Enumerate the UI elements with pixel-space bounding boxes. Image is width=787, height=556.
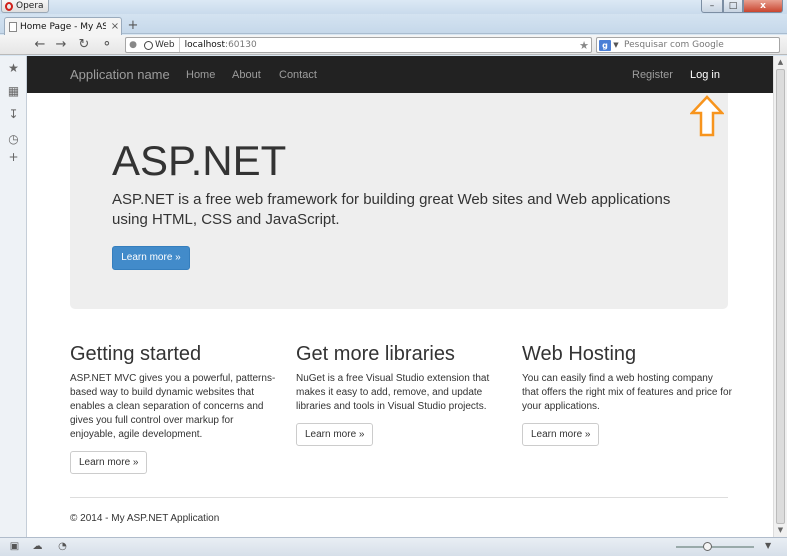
scrollbar-thumb[interactable] <box>776 69 785 524</box>
site-navbar: Application name Home About Contact Regi… <box>27 56 773 93</box>
nav-home[interactable]: Home <box>186 69 215 81</box>
speed-dial-icon[interactable]: ◔ <box>56 541 69 553</box>
column-get-more-libraries: Get more libraries NuGet is a free Visua… <box>296 343 506 446</box>
chevron-down-icon[interactable]: ▼ <box>611 41 621 49</box>
tab-bar: Home Page - My ASP.... × + <box>0 14 787 35</box>
close-window-button[interactable]: x <box>743 0 783 13</box>
forward-icon[interactable]: → <box>53 37 69 53</box>
url-port: :60130 <box>225 40 257 50</box>
new-tab-button[interactable]: + <box>126 19 140 33</box>
location-pin-icon: ● <box>129 40 137 50</box>
learn-more-button[interactable]: Learn more » <box>522 423 600 446</box>
footer-divider <box>70 497 728 498</box>
zoom-slider[interactable] <box>676 546 754 548</box>
learn-more-button[interactable]: Learn more » <box>70 451 148 474</box>
page-icon <box>9 21 17 32</box>
tab-title: Home Page - My ASP.... <box>20 21 106 32</box>
nav-contact[interactable]: Contact <box>279 69 317 81</box>
opera-logo-icon <box>5 1 13 11</box>
opera-menu-label: Opera <box>16 1 44 11</box>
page-viewport: Application name Home About Contact Regi… <box>27 56 773 537</box>
notes-icon[interactable]: ▦ <box>6 84 21 99</box>
panel-toggle-icon[interactable]: ▣ <box>8 541 21 553</box>
url-text[interactable]: localhost:60130 <box>180 40 577 50</box>
maximize-button[interactable]: □ <box>723 0 743 13</box>
zoom-slider-knob[interactable] <box>703 542 712 551</box>
column-heading: Get more libraries <box>296 343 455 365</box>
cloud-icon[interactable]: ☁ <box>31 541 44 553</box>
column-text: NuGet is a free Visual Studio extension … <box>296 373 490 412</box>
add-panel-icon[interactable]: + <box>6 150 21 165</box>
scroll-up-icon[interactable]: ▲ <box>774 56 787 68</box>
search-placeholder: Pesquisar com Google <box>624 40 724 50</box>
status-bar: ▣ ☁ ◔ ▼ <box>0 537 787 556</box>
bookmark-star-icon[interactable]: ★ <box>577 39 591 52</box>
brand-link[interactable]: Application name <box>70 67 170 82</box>
site-info-badge[interactable]: Web <box>140 38 180 52</box>
nav-about[interactable]: About <box>232 69 261 81</box>
footer-text: © 2014 - My ASP.NET Application <box>70 513 220 524</box>
scroll-down-icon[interactable]: ▼ <box>774 524 787 536</box>
search-field[interactable]: g ▼ Pesquisar com Google <box>596 37 780 53</box>
nav-register[interactable]: Register <box>632 69 673 81</box>
browser-sidebar: ★ ▦ ↧ ◷ + <box>0 56 27 537</box>
column-heading: Getting started <box>70 343 202 365</box>
history-icon[interactable]: ◷ <box>6 132 21 147</box>
minimize-button[interactable]: – <box>701 0 723 13</box>
jumbotron: ASP.NET ASP.NET is a free web framework … <box>70 93 728 309</box>
zoom-menu-icon[interactable]: ▼ <box>765 541 771 550</box>
column-text: ASP.NET MVC gives you a powerful, patter… <box>70 373 276 440</box>
learn-more-button-primary[interactable]: Learn more » <box>112 246 190 270</box>
column-getting-started: Getting started ASP.NET MVC gives you a … <box>70 343 280 474</box>
back-icon[interactable]: ← <box>32 37 48 53</box>
address-bar[interactable]: ● Web localhost:60130 ★ <box>125 37 592 53</box>
url-host: localhost <box>184 40 226 50</box>
opera-menu-button[interactable]: Opera <box>1 0 49 13</box>
browser-toolbar: ← → ↻ ⚬— ● Web localhost:60130 ★ g ▼ Pes… <box>0 35 787 68</box>
vertical-scrollbar[interactable]: ▲ ▼ <box>773 56 787 537</box>
tab-close-icon[interactable]: × <box>109 21 121 32</box>
column-web-hosting: Web Hosting You can easily find a web ho… <box>522 343 732 446</box>
google-icon: g <box>599 39 611 51</box>
star-icon[interactable]: ★ <box>6 61 21 76</box>
column-text: You can easily find a web hosting compan… <box>522 373 732 412</box>
jumbotron-lead: ASP.NET is a free web framework for buil… <box>112 191 671 228</box>
globe-icon <box>144 40 153 50</box>
address-mode-label: Web <box>155 40 175 50</box>
jumbotron-title: ASP.NET <box>112 137 287 184</box>
downloads-icon[interactable]: ↧ <box>6 107 21 122</box>
window-title-bar: Opera – □ x <box>0 0 787 14</box>
nav-log-in[interactable]: Log in <box>690 69 720 81</box>
learn-more-button[interactable]: Learn more » <box>296 423 374 446</box>
column-heading: Web Hosting <box>522 343 637 365</box>
reload-icon[interactable]: ↻ <box>76 37 92 53</box>
up-arrow-annotation-icon <box>690 95 724 137</box>
key-icon[interactable]: ⚬— <box>97 37 117 68</box>
tab-home-page[interactable]: Home Page - My ASP.... × <box>4 17 122 35</box>
window-controls: – □ x <box>701 0 783 13</box>
